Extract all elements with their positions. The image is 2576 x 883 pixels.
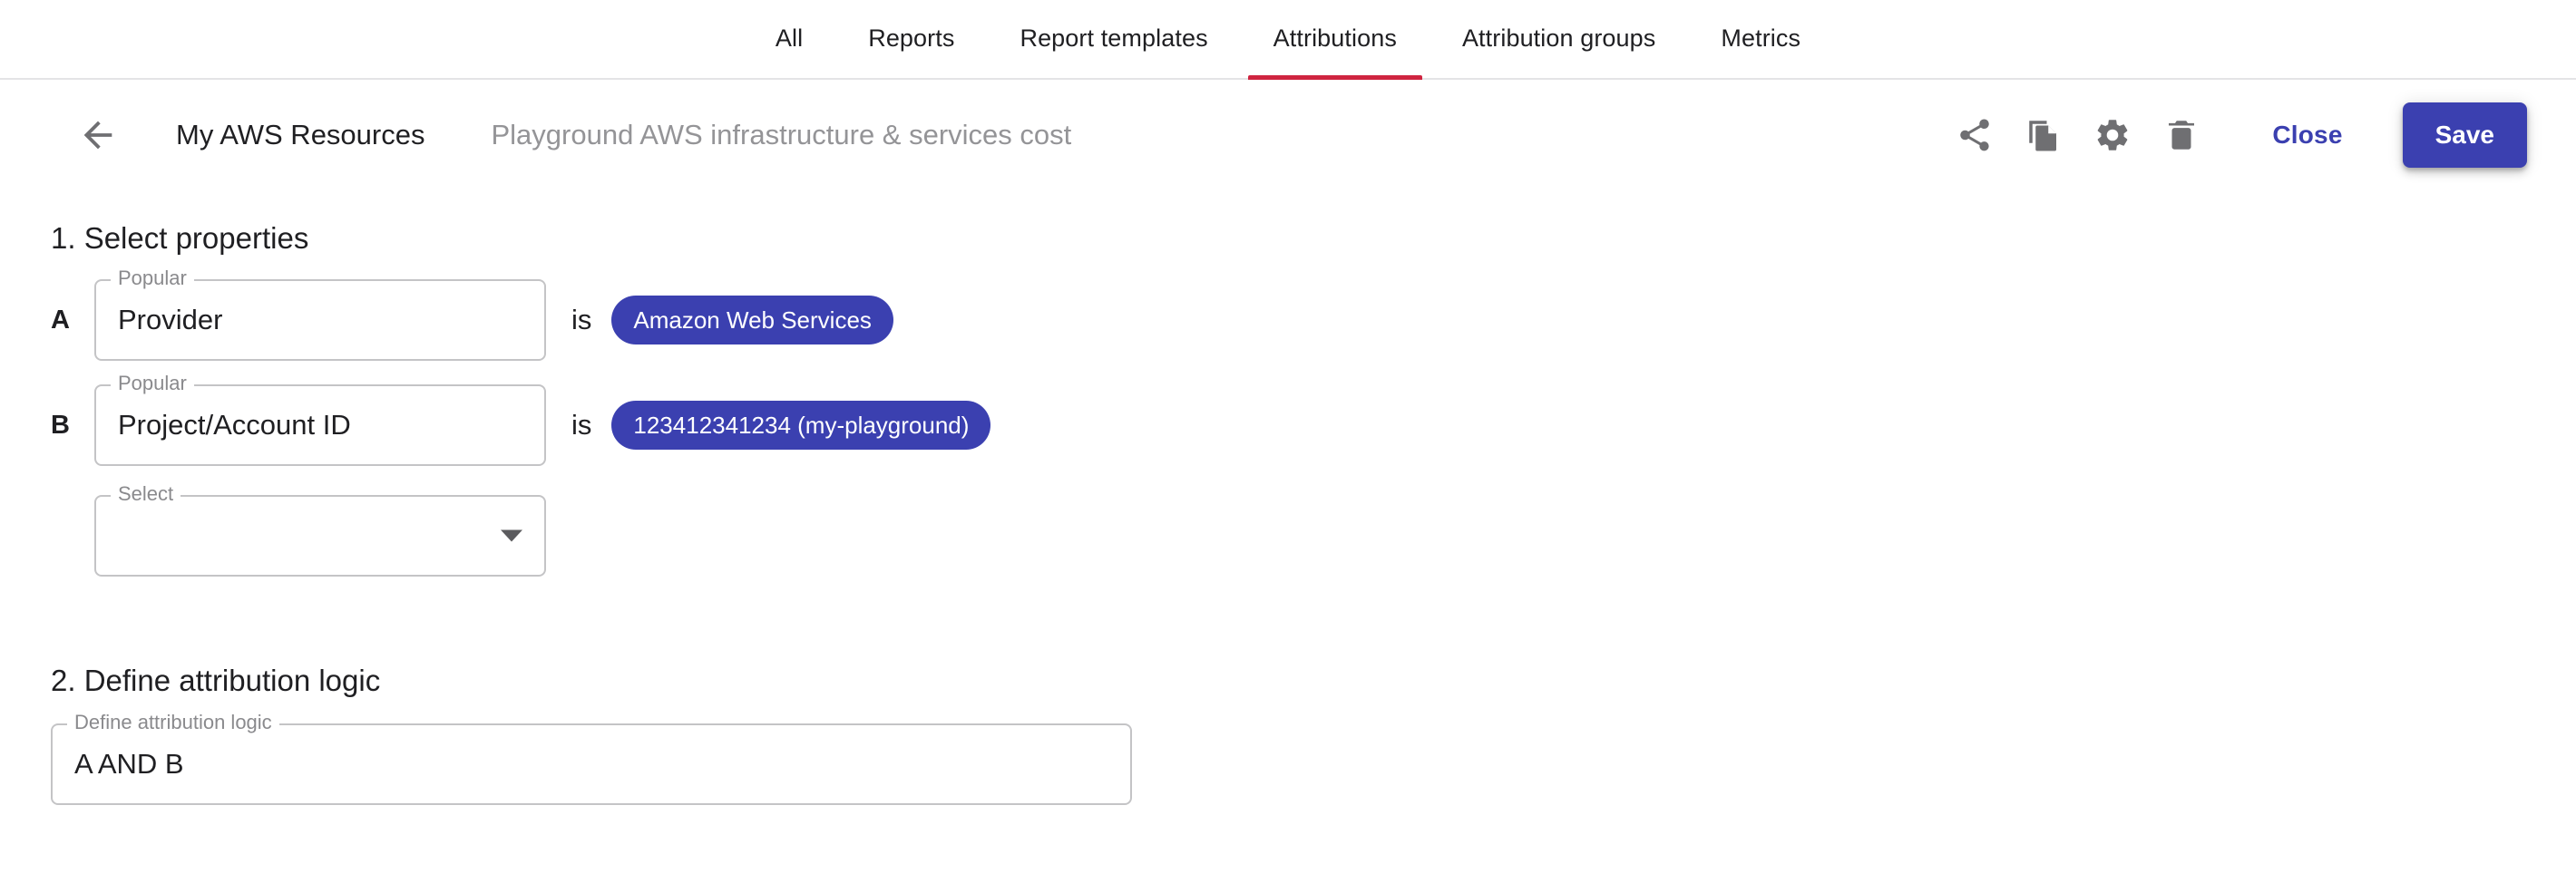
field-legend: Select bbox=[111, 484, 181, 504]
back-button[interactable] bbox=[71, 108, 125, 162]
tab-all[interactable]: All bbox=[743, 0, 835, 78]
property-field-a[interactable]: Popular Provider bbox=[94, 268, 546, 361]
attribution-logic-field-wrapper: Define attribution logic A AND B bbox=[51, 713, 2576, 805]
chevron-down-icon[interactable] bbox=[501, 529, 522, 542]
tab-list: All Reports Report templates Attribution… bbox=[743, 0, 1833, 80]
operator-label-b: is bbox=[571, 409, 592, 441]
settings-button[interactable] bbox=[2078, 101, 2147, 170]
operator-label-a: is bbox=[571, 304, 592, 335]
gear-icon bbox=[2093, 116, 2132, 154]
field-outline bbox=[94, 495, 546, 577]
property-letter-b: B bbox=[51, 410, 70, 440]
share-icon bbox=[1956, 116, 1994, 154]
page-subtitle: Playground AWS infrastructure & services… bbox=[491, 119, 1072, 150]
field-value: Project/Account ID bbox=[118, 409, 351, 441]
tab-reports[interactable]: Reports bbox=[835, 0, 987, 78]
property-row-b: B Popular Project/Account ID is 12341234… bbox=[51, 374, 2576, 466]
property-letter-a: A bbox=[51, 305, 70, 335]
duplicate-button[interactable] bbox=[2009, 101, 2078, 170]
trash-icon bbox=[2162, 116, 2200, 154]
field-outline bbox=[51, 723, 1132, 805]
value-chip-a[interactable]: Amazon Web Services bbox=[611, 296, 893, 344]
field-legend: Popular bbox=[111, 268, 194, 288]
property-row-empty: Select bbox=[51, 484, 2576, 577]
copy-icon bbox=[2025, 116, 2063, 154]
page-title: My AWS Resources bbox=[176, 119, 425, 150]
property-select-empty[interactable]: Select bbox=[94, 484, 546, 577]
tab-report-templates[interactable]: Report templates bbox=[987, 0, 1240, 78]
attribution-logic-input[interactable]: Define attribution logic A AND B bbox=[51, 713, 1132, 805]
share-button[interactable] bbox=[1940, 101, 2009, 170]
field-value: A AND B bbox=[74, 748, 184, 780]
save-button[interactable]: Save bbox=[2402, 102, 2527, 168]
page-body: 1. Select properties A Popular Provider … bbox=[0, 221, 2576, 805]
section-attribution-logic: 2. Define attribution logic Define attri… bbox=[51, 664, 2576, 805]
field-legend: Define attribution logic bbox=[67, 713, 279, 733]
value-chip-b[interactable]: 123412341234 (my-playground) bbox=[611, 401, 991, 450]
delete-button[interactable] bbox=[2147, 101, 2216, 170]
page-header: My AWS Resources Playground AWS infrastr… bbox=[0, 80, 2576, 190]
close-button[interactable]: Close bbox=[2241, 104, 2373, 166]
tab-attributions[interactable]: Attributions bbox=[1241, 0, 1429, 80]
tab-attribution-groups[interactable]: Attribution groups bbox=[1429, 0, 1688, 78]
property-row-a: A Popular Provider is Amazon Web Service… bbox=[51, 268, 2576, 361]
section-title-select-properties: 1. Select properties bbox=[51, 221, 309, 255]
field-legend: Popular bbox=[111, 374, 194, 393]
field-value: Provider bbox=[118, 304, 223, 335]
section-title-attribution-logic: 2. Define attribution logic bbox=[51, 664, 381, 697]
property-field-b[interactable]: Popular Project/Account ID bbox=[94, 374, 546, 466]
tab-metrics[interactable]: Metrics bbox=[1688, 0, 1833, 78]
top-tab-bar: All Reports Report templates Attribution… bbox=[0, 0, 2576, 80]
arrow-left-icon bbox=[77, 114, 119, 156]
